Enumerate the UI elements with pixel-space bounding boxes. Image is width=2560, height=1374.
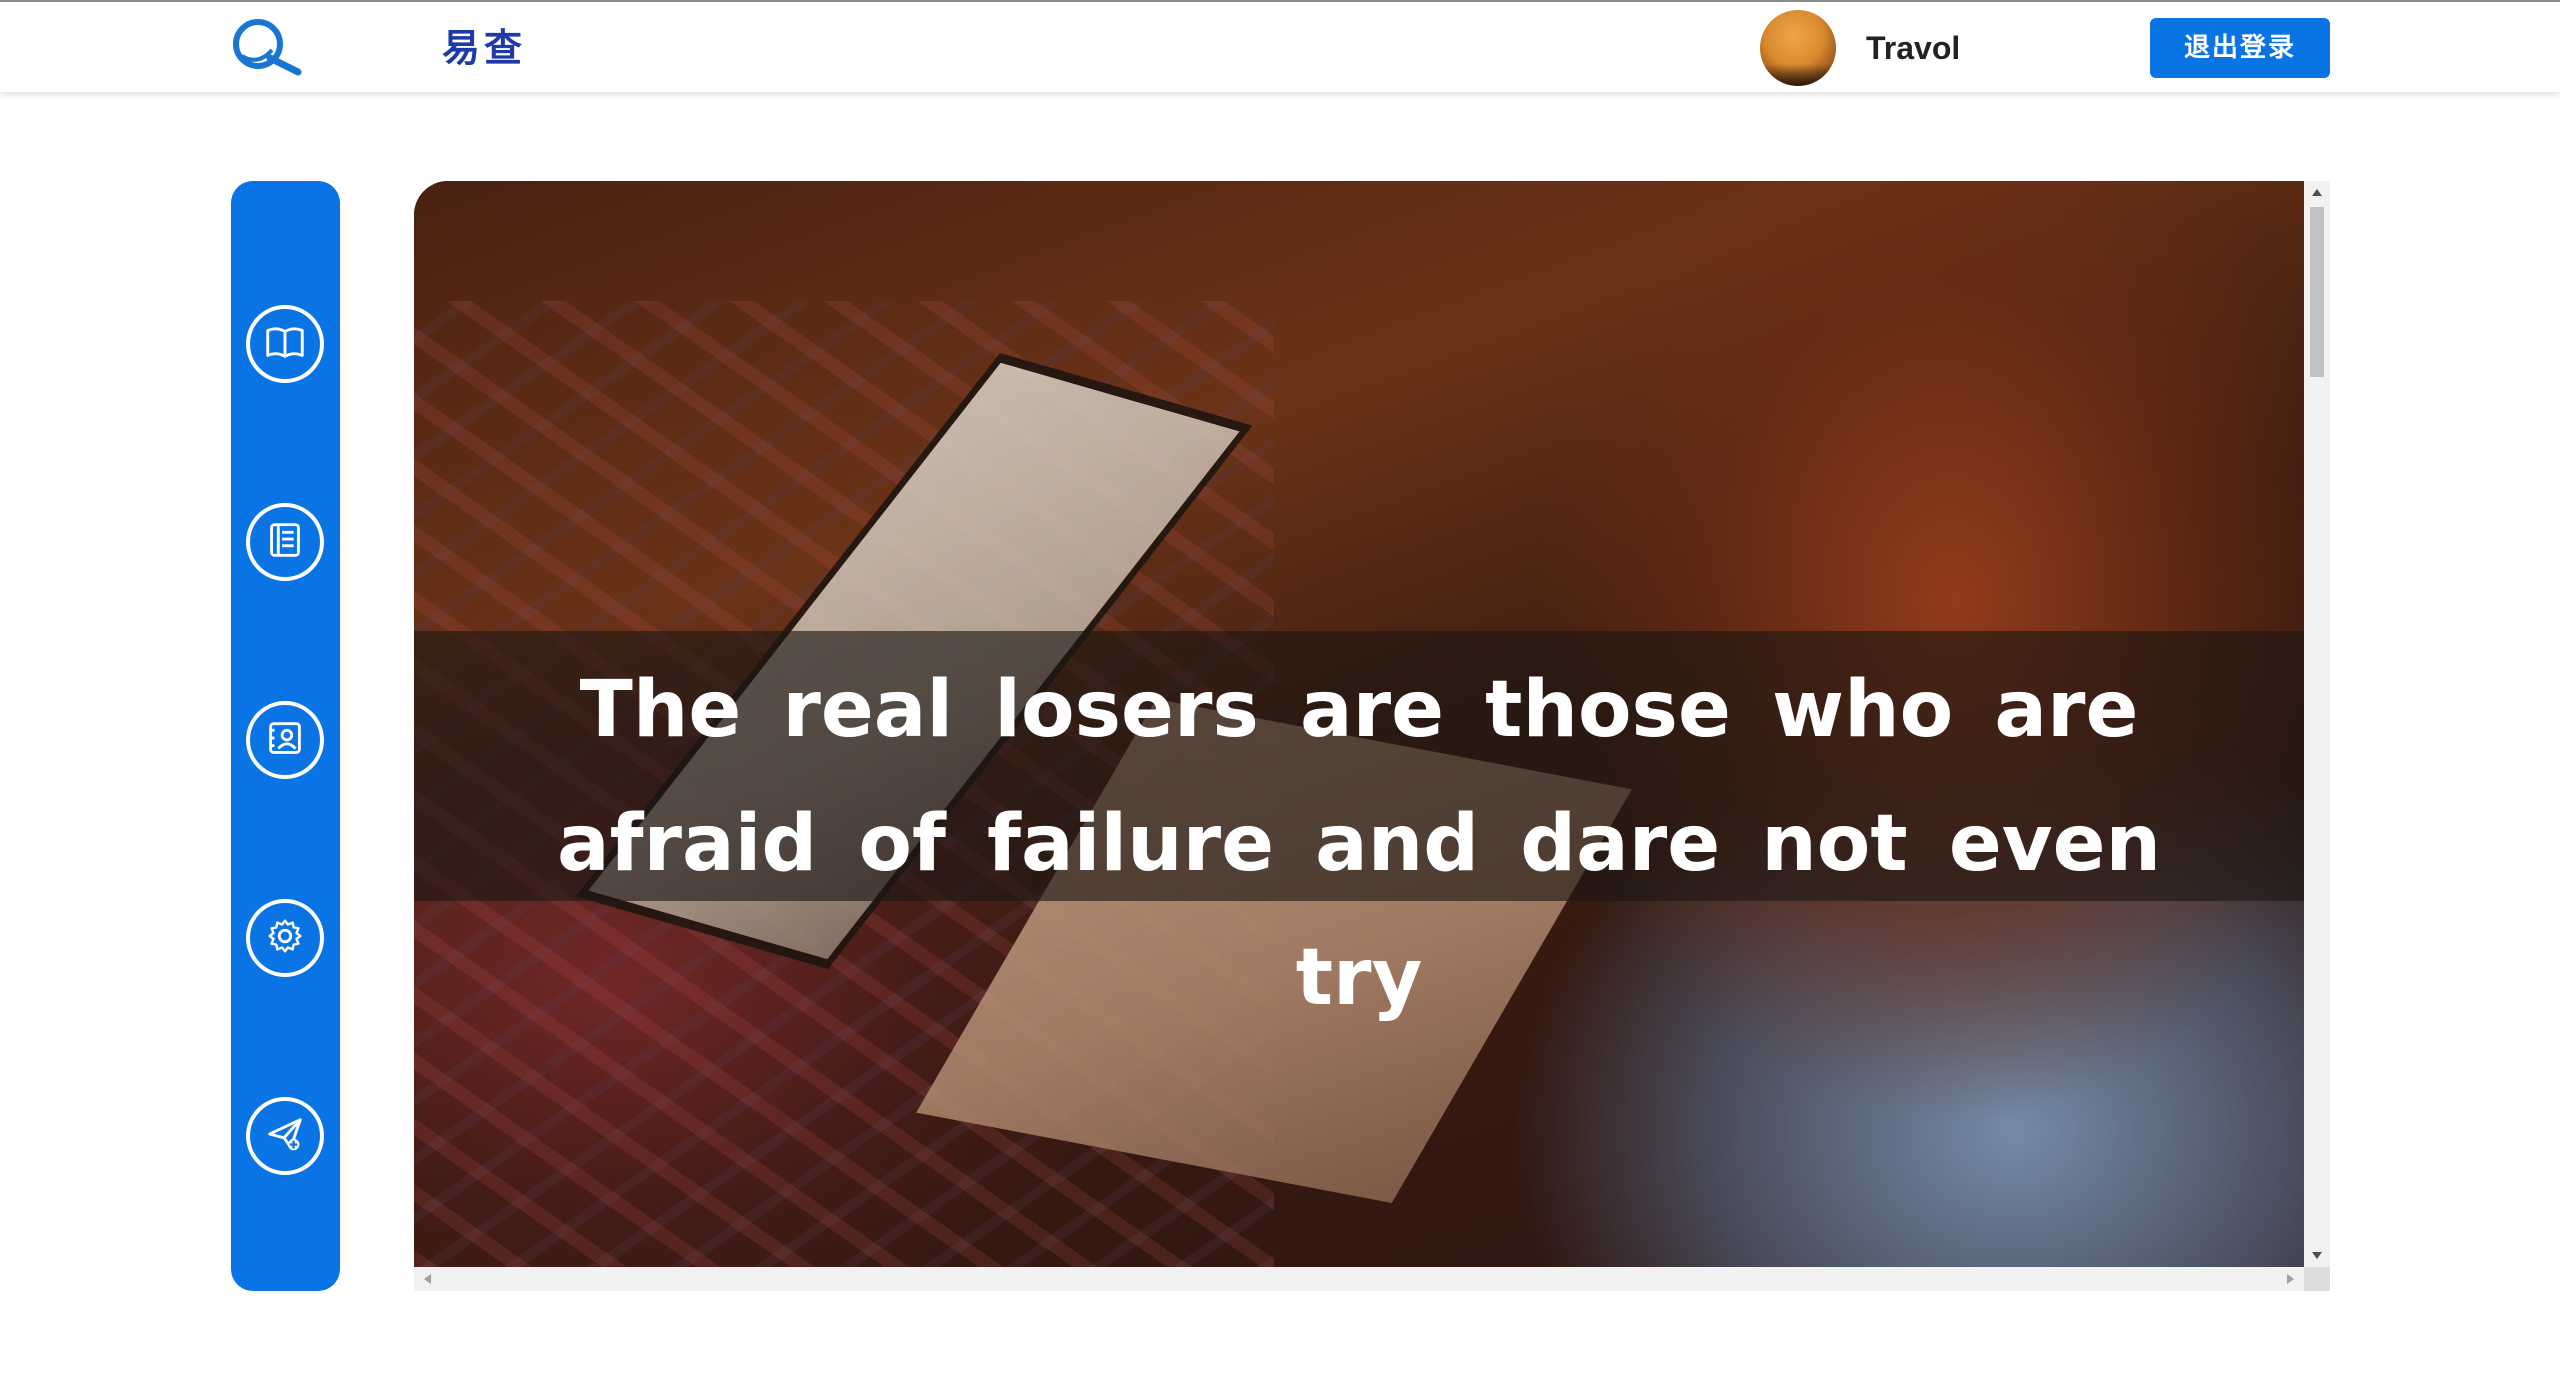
sidebar-item-list[interactable] <box>246 503 324 581</box>
scroll-up-icon[interactable] <box>2312 189 2322 196</box>
quote-text: The real losers are those who are afraid… <box>556 665 2162 1023</box>
sidebar-item-book[interactable] <box>246 305 324 383</box>
scroll-thumb[interactable] <box>2310 207 2324 377</box>
hero-panel: The real losers are those who are afraid… <box>414 181 2330 1291</box>
sidebar-item-settings[interactable] <box>246 899 324 977</box>
scrollbar-corner <box>2304 1267 2330 1291</box>
top-header: 易查 Travol 退出登录 <box>0 0 2560 92</box>
sidebar <box>231 181 340 1291</box>
contact-card-icon <box>262 715 308 766</box>
sidebar-item-send[interactable] <box>246 1097 324 1175</box>
gear-icon <box>262 913 308 964</box>
list-document-icon <box>262 517 308 568</box>
book-icon <box>262 319 308 370</box>
brand-title: 易查 <box>442 26 527 70</box>
scroll-left-icon[interactable] <box>424 1274 431 1284</box>
sidebar-item-contacts[interactable] <box>246 701 324 779</box>
horizontal-scrollbar[interactable] <box>414 1267 2304 1291</box>
avatar[interactable] <box>1760 10 1836 86</box>
vertical-scrollbar[interactable] <box>2304 181 2330 1267</box>
scroll-right-icon[interactable] <box>2287 1274 2294 1284</box>
username-label: Travol <box>1866 30 1961 66</box>
send-plane-icon <box>262 1111 308 1162</box>
logout-button[interactable]: 退出登录 <box>2150 18 2330 78</box>
search-logo-icon[interactable] <box>228 16 308 80</box>
scroll-down-icon[interactable] <box>2312 1252 2322 1259</box>
